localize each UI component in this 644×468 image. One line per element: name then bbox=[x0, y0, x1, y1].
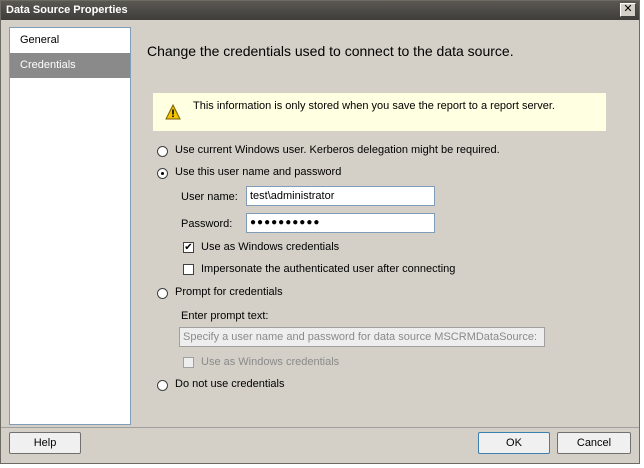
impersonate-label[interactable]: Impersonate the authenticated user after… bbox=[201, 263, 455, 275]
nav-item-general[interactable]: General bbox=[10, 28, 130, 53]
use-windows-credentials-label[interactable]: Use as Windows credentials bbox=[201, 241, 339, 253]
prompt-windows-credentials-checkbox[interactable] bbox=[183, 357, 194, 368]
radio-prompt[interactable] bbox=[157, 288, 168, 299]
title-bar: Data Source Properties ✕ bbox=[1, 1, 639, 20]
radio-user-password-label[interactable]: Use this user name and password bbox=[175, 166, 341, 178]
warning-icon bbox=[165, 104, 181, 120]
window-title: Data Source Properties bbox=[6, 4, 128, 16]
radio-windows-user-label[interactable]: Use current Windows user. Kerberos deleg… bbox=[175, 144, 500, 156]
username-label: User name: bbox=[181, 191, 238, 203]
info-banner: This information is only stored when you… bbox=[153, 93, 606, 131]
use-windows-credentials-checkbox[interactable]: ✔ bbox=[183, 242, 194, 253]
close-icon: ✕ bbox=[623, 3, 633, 15]
radio-user-password[interactable] bbox=[157, 168, 168, 179]
checkmark-icon: ✔ bbox=[184, 242, 193, 253]
cancel-button[interactable]: Cancel bbox=[557, 432, 631, 454]
credentials-panel: Change the credentials used to connect t… bbox=[138, 27, 636, 425]
dialog-footer: Help OK Cancel bbox=[1, 427, 639, 463]
info-text: This information is only stored when you… bbox=[193, 100, 555, 112]
impersonate-checkbox[interactable] bbox=[183, 264, 194, 275]
prompt-windows-credentials-label[interactable]: Use as Windows credentials bbox=[201, 356, 339, 368]
password-label: Password: bbox=[181, 218, 233, 230]
page-navigation: General Credentials bbox=[9, 27, 131, 425]
radio-no-credentials-label[interactable]: Do not use credentials bbox=[175, 378, 284, 390]
dialog-window: Data Source Properties ✕ General Credent… bbox=[0, 0, 640, 464]
help-button[interactable]: Help bbox=[9, 432, 81, 454]
radio-prompt-label[interactable]: Prompt for credentials bbox=[175, 286, 283, 298]
close-button[interactable]: ✕ bbox=[620, 3, 636, 17]
ok-button[interactable]: OK bbox=[478, 432, 550, 454]
prompt-text-input[interactable]: Specify a user name and password for dat… bbox=[179, 327, 545, 347]
prompt-text-label: Enter prompt text: bbox=[181, 310, 269, 322]
radio-windows-user[interactable] bbox=[157, 146, 168, 157]
username-input[interactable]: test\administrator bbox=[246, 186, 435, 206]
radio-no-credentials[interactable] bbox=[157, 380, 168, 391]
password-input[interactable]: ●●●●●●●●●● bbox=[246, 213, 435, 233]
nav-item-credentials[interactable]: Credentials bbox=[10, 53, 130, 78]
page-heading: Change the credentials used to connect t… bbox=[147, 43, 514, 59]
